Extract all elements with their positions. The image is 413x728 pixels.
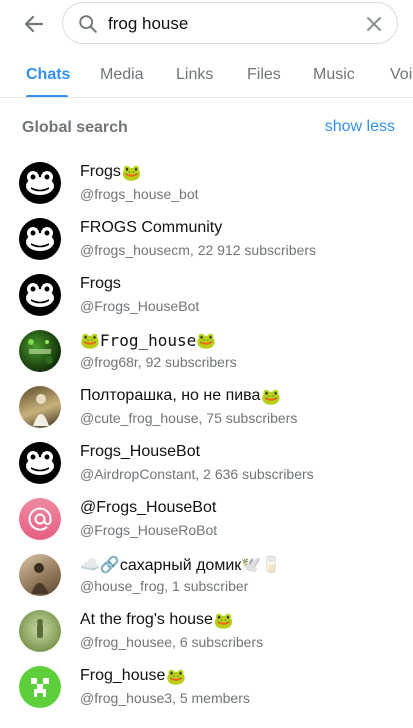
chat-title: Frogs xyxy=(80,275,121,292)
chat-subtitle: @frog_housee, 6 subscribers xyxy=(80,634,264,650)
green-photo-avatar xyxy=(19,330,61,372)
person-photo-avatar xyxy=(19,386,61,428)
chat-title: Frogs🐸 xyxy=(80,163,142,182)
list-item[interactable]: Frog_house🐸 @frog_house3, 5 members xyxy=(0,659,413,715)
chat-title: ☁️🔗сахарный домик🕊️🥛 xyxy=(80,557,282,574)
global-search-header: Global search show less xyxy=(0,112,413,142)
at-sign-avatar xyxy=(19,498,61,540)
chat-title: Frog_house🐸 xyxy=(80,667,187,686)
tab-voice[interactable]: Voi xyxy=(390,66,412,84)
list-item[interactable]: FROGS Community @frogs_housecm, 22 912 s… xyxy=(0,211,413,267)
chat-subtitle: @Frogs_HouseRoBot xyxy=(80,522,218,538)
frog-logo-avatar xyxy=(19,162,61,204)
list-item[interactable]: Frogs_HouseBot @AirdropConstant, 2 636 s… xyxy=(0,435,413,491)
list-item[interactable]: Frogs @Frogs_HouseBot xyxy=(0,267,413,323)
show-less-link[interactable]: show less xyxy=(325,118,395,136)
at-sign-icon xyxy=(28,507,52,531)
chat-subtitle: @frog68r, 92 subscribers xyxy=(80,354,237,370)
frog-logo-avatar xyxy=(19,218,61,260)
search-tabs: Chats Media Links Files Music Voi xyxy=(0,52,413,98)
clear-search-button[interactable] xyxy=(363,13,385,35)
list-item[interactable]: 🐸Frog_house🐸 @frog68r, 92 subscribers xyxy=(0,323,413,379)
frog-logo-avatar xyxy=(19,442,61,484)
active-tab-indicator xyxy=(26,95,68,97)
chat-subtitle: @frog_house3, 5 members xyxy=(80,690,250,706)
creeper-avatar xyxy=(19,666,61,708)
arrow-left-icon xyxy=(24,15,44,33)
chat-title: 🐸Frog_house🐸 xyxy=(80,331,217,350)
chat-subtitle: @frogs_housecm, 22 912 subscribers xyxy=(80,242,316,258)
chat-title: FROGS Community xyxy=(80,219,223,236)
list-item[interactable]: Frogs🐸 @frogs_house_bot xyxy=(0,155,413,211)
frog-logo-avatar xyxy=(19,274,61,316)
section-title: Global search xyxy=(22,119,128,136)
search-icon xyxy=(79,15,97,33)
tab-media[interactable]: Media xyxy=(100,66,144,84)
chat-subtitle: @frogs_house_bot xyxy=(80,186,199,202)
tab-chats[interactable]: Chats xyxy=(26,66,70,84)
tab-files[interactable]: Files xyxy=(247,66,281,84)
chat-subtitle: @house_frog, 1 subscriber xyxy=(80,578,249,594)
list-item[interactable]: ☁️🔗сахарный домик🕊️🥛 @house_frog, 1 subs… xyxy=(0,547,413,603)
top-bar xyxy=(0,0,413,48)
tab-links[interactable]: Links xyxy=(176,66,213,84)
chat-subtitle: @cute_frog_house, 75 subscribers xyxy=(80,410,298,426)
list-item[interactable]: @Frogs_HouseBot @Frogs_HouseRoBot xyxy=(0,491,413,547)
results-list: Frogs🐸 @frogs_house_bot FROGS Community … xyxy=(0,155,413,715)
chat-title: At the frog's house🐸 xyxy=(80,611,234,630)
search-input[interactable] xyxy=(108,11,358,37)
creeper-face-icon xyxy=(31,678,49,697)
back-button[interactable] xyxy=(20,10,48,38)
list-item[interactable]: Полторашка, но не пива🐸 @cute_frog_house… xyxy=(0,379,413,435)
frog-field-photo-avatar xyxy=(19,610,61,652)
list-item[interactable]: At the frog's house🐸 @frog_housee, 6 sub… xyxy=(0,603,413,659)
chat-title: Frogs_HouseBot xyxy=(80,443,201,460)
chat-title: @Frogs_HouseBot xyxy=(80,499,217,516)
tab-music[interactable]: Music xyxy=(313,66,355,84)
chat-subtitle: @Frogs_HouseBot xyxy=(80,298,200,314)
sepia-photo-avatar xyxy=(19,554,61,596)
close-icon xyxy=(367,17,381,31)
search-box[interactable] xyxy=(62,2,398,44)
chat-subtitle: @AirdropConstant, 2 636 subscribers xyxy=(80,466,314,482)
chat-title: Полторашка, но не пива🐸 xyxy=(80,387,282,406)
